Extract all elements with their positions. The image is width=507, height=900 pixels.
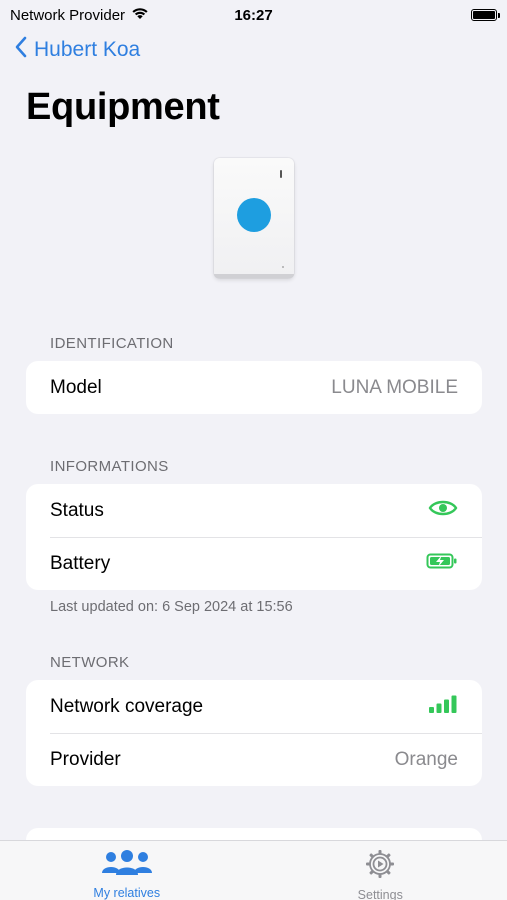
carrier-name: Network Provider: [10, 6, 126, 24]
model-value: LUNA MOBILE: [331, 376, 458, 398]
informations-header: INFORMATIONS: [50, 458, 169, 475]
device-dot: [282, 266, 284, 268]
tab-bar: My relatives Settings: [0, 840, 507, 900]
tab-my-relatives-label: My relatives: [93, 886, 161, 900]
network-coverage-row: Network coverage: [26, 680, 482, 733]
status-left: Network Provider: [10, 6, 149, 24]
battery-charging-icon: [426, 553, 458, 575]
people-icon: [100, 849, 154, 882]
informations-group: Status Battery: [26, 484, 482, 590]
battery-row: Battery: [26, 537, 482, 590]
device-button-image: [237, 198, 271, 232]
signal-bars-icon: [428, 694, 458, 720]
status-label: Status: [50, 499, 104, 521]
page-title: Equipment: [26, 86, 220, 128]
gear-icon: [364, 849, 396, 884]
status-row: Status: [26, 484, 482, 537]
wifi-icon: [131, 6, 149, 24]
network-coverage-label: Network coverage: [50, 695, 204, 717]
last-updated-text: Last updated on: 6 Sep 2024 at 15:56: [50, 599, 293, 615]
provider-row: Provider Orange: [26, 733, 482, 786]
tab-settings-label: Settings: [357, 888, 403, 900]
network-group: Network coverage Provider Orange: [26, 680, 482, 786]
back-button[interactable]: Hubert Koa: [14, 36, 140, 64]
model-label: Model: [50, 376, 102, 398]
eye-icon: [428, 498, 458, 524]
chevron-left-icon: [14, 36, 28, 64]
provider-label: Provider: [50, 748, 121, 770]
back-label: Hubert Koa: [34, 38, 141, 61]
battery-label: Battery: [50, 552, 111, 574]
device-base: [214, 274, 294, 278]
status-bar: Network Provider 16:27: [0, 0, 507, 30]
provider-value: Orange: [394, 748, 458, 770]
battery-icon: [471, 9, 500, 21]
device-image: [214, 158, 294, 278]
identification-header: IDENTIFICATION: [50, 335, 174, 352]
network-header: NETWORK: [50, 654, 130, 671]
device-led: [280, 170, 282, 178]
battery-fill: [473, 11, 495, 19]
tab-settings[interactable]: Settings: [254, 841, 507, 900]
tab-my-relatives[interactable]: My relatives: [0, 841, 254, 900]
model-row: Model LUNA MOBILE: [26, 361, 482, 414]
identification-group: Model LUNA MOBILE: [26, 361, 482, 414]
